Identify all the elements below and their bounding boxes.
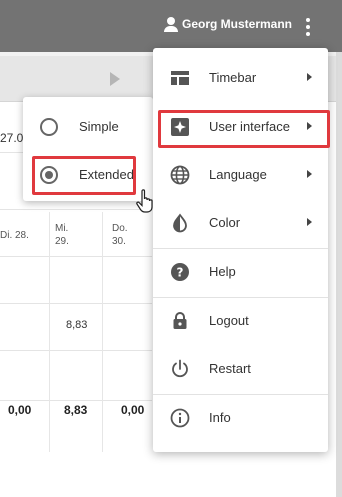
scrollbar[interactable] xyxy=(336,52,342,497)
svg-text:?: ? xyxy=(177,266,184,280)
column-divider xyxy=(49,212,50,452)
more-vert-icon[interactable] xyxy=(306,18,310,36)
menu-label: Language xyxy=(209,167,267,182)
hand-cursor-icon xyxy=(136,189,153,213)
column-header-tue: Di. 28. xyxy=(0,230,29,241)
menu-label: Timebar xyxy=(209,70,257,85)
chevron-right-icon xyxy=(307,218,312,226)
option-label: Simple xyxy=(79,119,119,134)
app-bar: Georg Mustermann xyxy=(0,0,342,52)
menu-item-logout[interactable]: Logout xyxy=(153,297,328,345)
menu-item-info[interactable]: Info xyxy=(153,394,328,442)
globe-icon xyxy=(170,165,190,185)
help-icon: ? xyxy=(171,263,189,281)
settings-menu: Timebar User interface Language Color ? … xyxy=(153,48,328,452)
highlight-extended xyxy=(32,156,136,195)
column-header-thu: Do. 30. xyxy=(112,223,128,247)
info-icon xyxy=(170,408,190,428)
power-icon xyxy=(172,359,188,378)
menu-item-timebar[interactable]: Timebar xyxy=(153,54,328,102)
user-menu[interactable]: Georg Mustermann xyxy=(163,17,292,32)
divider xyxy=(0,303,152,304)
account-icon xyxy=(163,17,178,32)
radio-unchecked-icon[interactable] xyxy=(40,118,58,136)
column-header-wed: Mi. 29. xyxy=(55,223,69,247)
option-simple[interactable]: Simple xyxy=(23,103,153,151)
chevron-right-icon xyxy=(307,73,312,81)
total-cell: 8,83 xyxy=(64,403,88,417)
timebar-icon xyxy=(171,71,189,85)
menu-item-restart[interactable]: Restart xyxy=(153,345,328,393)
menu-item-color[interactable]: Color xyxy=(153,199,328,247)
play-icon[interactable] xyxy=(110,72,120,86)
divider xyxy=(0,256,152,257)
menu-label: Color xyxy=(209,215,241,230)
menu-item-language[interactable]: Language xyxy=(153,151,328,199)
total-cell: 0,00 xyxy=(8,403,32,417)
divider xyxy=(0,350,152,351)
user-name: Georg Mustermann xyxy=(181,17,292,31)
menu-label: Info xyxy=(209,410,231,425)
menu-label: Restart xyxy=(209,361,251,376)
cell-value: 8,83 xyxy=(66,319,88,331)
chevron-right-icon xyxy=(307,170,312,178)
divider xyxy=(0,209,152,210)
color-icon xyxy=(173,213,187,233)
column-divider xyxy=(102,212,103,452)
lock-icon xyxy=(173,312,187,329)
highlight-user-interface xyxy=(158,110,330,148)
divider xyxy=(0,400,152,401)
total-cell: 0,00 xyxy=(121,403,145,417)
menu-label: Logout xyxy=(209,313,249,328)
menu-label: Help xyxy=(209,264,236,279)
menu-item-help[interactable]: ? Help xyxy=(153,248,328,296)
